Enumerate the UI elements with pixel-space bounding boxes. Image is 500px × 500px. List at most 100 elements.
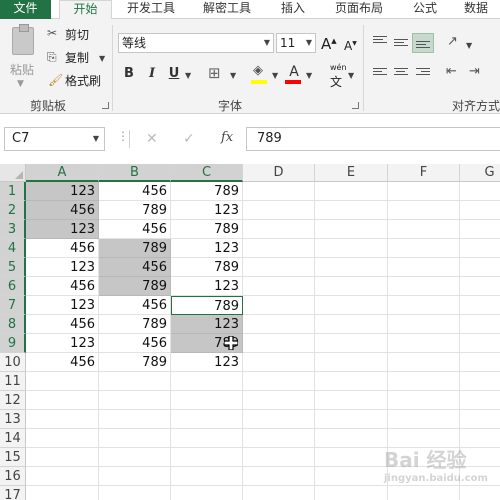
grid-cell[interactable]: 123 <box>26 334 99 353</box>
grid-cell[interactable]: 456 <box>26 315 99 334</box>
grid-cell[interactable] <box>460 486 500 500</box>
grid-cell[interactable] <box>388 239 460 258</box>
tab-developer[interactable]: 开发工具 <box>117 0 185 19</box>
grid-cell[interactable] <box>99 448 171 467</box>
grid-cell[interactable]: 789 <box>99 353 171 372</box>
grid-cell[interactable] <box>460 296 500 315</box>
grid-cell[interactable] <box>243 467 315 486</box>
grid-cell[interactable] <box>460 391 500 410</box>
grid-cell[interactable] <box>460 353 500 372</box>
grid-cell[interactable] <box>243 334 315 353</box>
column-header-f[interactable]: F <box>388 164 460 182</box>
grid-cell[interactable] <box>171 410 243 429</box>
grid-cell[interactable]: 123 <box>171 277 243 296</box>
grid-cell[interactable]: 789 <box>99 239 171 258</box>
formula-input[interactable]: 789 <box>246 127 500 151</box>
grid-cell[interactable] <box>460 258 500 277</box>
row-header[interactable]: 8 <box>0 315 26 334</box>
grid-cell[interactable] <box>388 410 460 429</box>
grid-cell[interactable]: 456 <box>26 277 99 296</box>
row-header[interactable]: 14 <box>0 429 26 448</box>
grid-cell[interactable]: 456 <box>26 353 99 372</box>
row-header[interactable]: 15 <box>0 448 26 467</box>
grid-cell[interactable] <box>388 315 460 334</box>
grid-cell[interactable] <box>171 467 243 486</box>
orientation-dropdown-icon[interactable]: ▼ <box>466 41 472 50</box>
grid-cell[interactable] <box>388 201 460 220</box>
tab-home[interactable]: 开始 <box>59 0 112 20</box>
grid-cell[interactable]: 456 <box>99 334 171 353</box>
grid-cell[interactable]: 456 <box>26 239 99 258</box>
grid-cell[interactable] <box>243 239 315 258</box>
column-header-b[interactable]: B <box>99 164 171 182</box>
column-header-e[interactable]: E <box>315 164 388 182</box>
grid-cell[interactable] <box>388 334 460 353</box>
borders-dropdown-icon[interactable]: ▼ <box>230 71 236 80</box>
chevron-down-icon[interactable]: ▼ <box>306 34 312 52</box>
tab-decrypt-tools[interactable]: 解密工具 <box>193 0 261 19</box>
grid-cell[interactable] <box>171 448 243 467</box>
column-header-g[interactable]: G <box>460 164 500 182</box>
align-top-icon[interactable] <box>373 36 387 48</box>
grid-cell[interactable] <box>315 239 388 258</box>
phonetic-dropdown-icon[interactable]: ▼ <box>348 71 354 80</box>
italic-button[interactable]: I <box>145 66 159 81</box>
column-header-d[interactable]: D <box>243 164 315 182</box>
row-header[interactable]: 17 <box>0 486 26 500</box>
row-header[interactable]: 10 <box>0 353 26 372</box>
grid-cell[interactable]: 123 <box>26 296 99 315</box>
grid-cell[interactable]: 123 <box>26 182 99 201</box>
grid-cell[interactable] <box>243 277 315 296</box>
grid-cell[interactable] <box>315 201 388 220</box>
grid-cell[interactable] <box>171 486 243 500</box>
grid-cell[interactable] <box>315 410 388 429</box>
grid-cell[interactable]: 123 <box>171 201 243 220</box>
grid-cell[interactable] <box>26 372 99 391</box>
grid-cell[interactable] <box>315 315 388 334</box>
grid-cell[interactable] <box>460 315 500 334</box>
font-size-combo[interactable]: 11 ▼ <box>276 33 316 53</box>
chevron-down-icon[interactable]: ▼ <box>264 34 270 52</box>
row-header[interactable]: 4 <box>0 239 26 258</box>
grid-cell[interactable]: 789 <box>171 258 243 277</box>
scissors-icon[interactable]: ✂ <box>47 26 57 40</box>
grid-cell[interactable] <box>243 448 315 467</box>
grid-cell[interactable] <box>388 258 460 277</box>
fill-color-icon[interactable]: ◈ <box>253 63 263 78</box>
grid-cell[interactable] <box>26 429 99 448</box>
shrink-font-button[interactable]: A▼ <box>344 37 357 53</box>
increase-indent-icon[interactable]: ⇥ <box>469 64 480 79</box>
grid-cell[interactable] <box>243 391 315 410</box>
row-header[interactable]: 7 <box>0 296 26 315</box>
orientation-icon[interactable]: ↗ <box>447 34 458 49</box>
align-middle-icon[interactable] <box>394 39 408 51</box>
grid-cell[interactable] <box>171 372 243 391</box>
grid-cell[interactable] <box>388 391 460 410</box>
grid-cell[interactable] <box>315 334 388 353</box>
tab-formulas[interactable]: 公式 <box>404 0 446 19</box>
grid-cell[interactable]: 789 <box>171 182 243 201</box>
grid-cell[interactable]: 123 <box>171 353 243 372</box>
row-header[interactable]: 6 <box>0 277 26 296</box>
copy-dropdown-icon[interactable]: ▼ <box>99 54 105 63</box>
grid-cell[interactable] <box>26 486 99 500</box>
formula-bar-resize-handle[interactable]: ⋮ <box>117 129 129 143</box>
grid-cell[interactable] <box>388 220 460 239</box>
column-header-a[interactable]: A <box>26 164 99 182</box>
grid-cell[interactable] <box>460 277 500 296</box>
bold-button[interactable]: B <box>122 66 136 81</box>
grid-cell[interactable]: 456 <box>99 182 171 201</box>
grid-cell[interactable] <box>99 372 171 391</box>
font-color-dropdown-icon[interactable]: ▼ <box>306 71 312 80</box>
grid-cell[interactable] <box>243 296 315 315</box>
grid-cell[interactable]: 789 <box>99 201 171 220</box>
row-header[interactable]: 2 <box>0 201 26 220</box>
row-header[interactable]: 12 <box>0 391 26 410</box>
grid-cell[interactable] <box>315 372 388 391</box>
grid-cell[interactable] <box>243 258 315 277</box>
grid-cell[interactable] <box>243 429 315 448</box>
font-launcher-icon[interactable] <box>352 102 359 109</box>
font-name-combo[interactable]: 等线 ▼ <box>118 33 274 53</box>
paste-icon[interactable] <box>12 24 34 55</box>
copy-button[interactable]: 复制 <box>65 51 89 65</box>
